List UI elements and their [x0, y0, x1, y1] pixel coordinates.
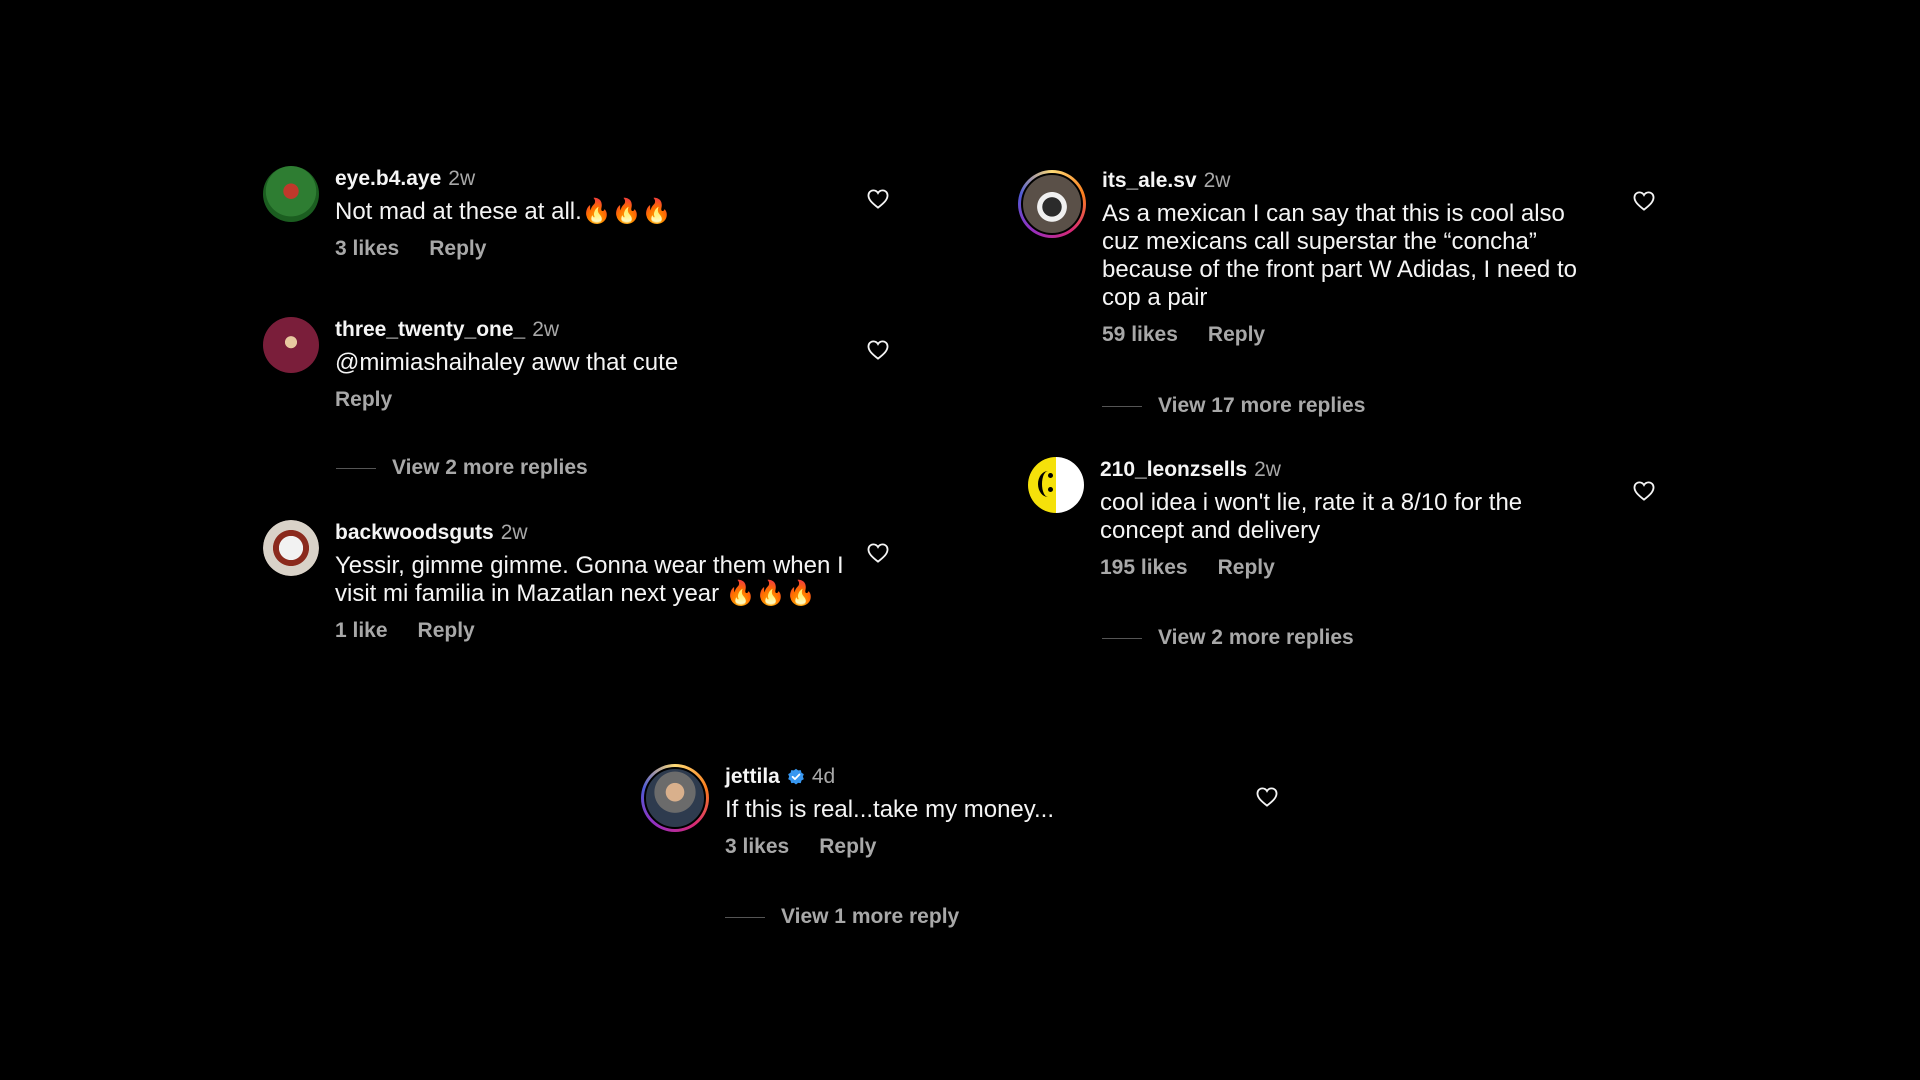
comment-meta: 3 likes Reply: [725, 834, 1054, 860]
view-more-replies-label[interactable]: View 2 more replies: [1158, 626, 1354, 650]
view-more-replies-label[interactable]: View 2 more replies: [392, 456, 588, 480]
replies-divider: [1102, 637, 1142, 639]
timestamp: 2w: [448, 167, 476, 190]
view-more-replies[interactable]: View 2 more replies: [1102, 626, 1354, 650]
username[interactable]: its_ale.sv: [1102, 168, 1197, 194]
comment-meta: 195 likes Reply: [1100, 555, 1600, 581]
comment-header: three_twenty_one_ 2w: [335, 317, 678, 343]
reply-button[interactable]: Reply: [819, 834, 876, 860]
timestamp: 2w: [532, 318, 560, 341]
replies-divider: [1102, 405, 1142, 407]
timestamp: 2w: [500, 521, 528, 544]
reply-button[interactable]: Reply: [1208, 322, 1265, 348]
comment-header: 210_leonzsells 2w: [1100, 457, 1600, 483]
comment-meta: 59 likes Reply: [1102, 322, 1602, 348]
comment-text: Yessir, gimme gimme. Gonna wear them whe…: [335, 552, 844, 607]
comment-backwoodsguts: backwoodsguts 2w Yessir, gimme gimme. Go…: [263, 520, 863, 644]
comment-jettila: jettila 4d If this is real...take my mon…: [641, 764, 1281, 860]
timestamp: 2w: [1254, 458, 1281, 481]
username[interactable]: backwoodsguts: [335, 520, 494, 546]
comment-header: eye.b4.aye 2w: [335, 166, 671, 192]
comment-three-twenty-one: three_twenty_one_ 2w @mimiashaihaley aww…: [263, 317, 883, 413]
comment-text: As a mexican I can say that this is cool…: [1102, 200, 1577, 311]
comment-body: three_twenty_one_ 2w @mimiashaihaley aww…: [335, 317, 678, 413]
replies-divider: [336, 467, 376, 469]
comment-body: backwoodsguts 2w Yessir, gimme gimme. Go…: [335, 520, 855, 644]
heart-icon[interactable]: [1256, 787, 1278, 807]
avatar[interactable]: [263, 520, 319, 576]
comment-text: Not mad at these at all.🔥🔥🔥: [335, 198, 672, 225]
comment-meta: 1 like Reply: [335, 618, 855, 644]
comment-body: eye.b4.aye 2w Not mad at these at all.🔥🔥…: [335, 166, 671, 262]
comment-text: cool idea i won't lie, rate it a 8/10 fo…: [1100, 489, 1523, 544]
avatar[interactable]: [263, 166, 319, 222]
comment-body: jettila 4d If this is real...take my mon…: [725, 764, 1054, 860]
comment-its-ale-sv: its_ale.sv 2w As a mexican I can say tha…: [1018, 168, 1618, 348]
timestamp: 2w: [1203, 169, 1231, 192]
likes-count[interactable]: 3 likes: [725, 834, 789, 860]
comment-body: 210_leonzsells 2w cool idea i won't lie,…: [1100, 457, 1600, 581]
comment-body: its_ale.sv 2w As a mexican I can say tha…: [1102, 168, 1602, 348]
view-more-replies[interactable]: View 17 more replies: [1102, 394, 1365, 418]
likes-count[interactable]: 59 likes: [1102, 322, 1178, 348]
avatar[interactable]: [641, 764, 709, 832]
view-more-replies[interactable]: View 2 more replies: [336, 456, 588, 480]
avatar[interactable]: [1028, 457, 1084, 513]
smiley-face-mouth: [1038, 471, 1058, 497]
comment-text: @mimiashaihaley aww that cute: [335, 349, 679, 376]
verified-badge-icon: [788, 768, 804, 785]
view-more-replies-label[interactable]: View 17 more replies: [1158, 394, 1365, 418]
timestamp: 4d: [811, 765, 836, 788]
comment-header: jettila 4d: [725, 764, 1054, 790]
reply-button[interactable]: Reply: [418, 618, 475, 644]
username[interactable]: three_twenty_one_: [335, 317, 525, 343]
reply-button[interactable]: Reply: [335, 387, 392, 413]
avatar[interactable]: [263, 317, 319, 373]
username[interactable]: eye.b4.aye: [335, 166, 441, 192]
view-more-replies[interactable]: View 1 more reply: [725, 905, 959, 929]
avatar[interactable]: [1018, 170, 1086, 238]
heart-icon[interactable]: [867, 340, 889, 360]
comment-header: its_ale.sv 2w: [1102, 168, 1602, 194]
username[interactable]: 210_leonzsells: [1100, 457, 1247, 483]
likes-count[interactable]: 3 likes: [335, 236, 399, 262]
comment-meta: 3 likes Reply: [335, 236, 671, 262]
heart-icon[interactable]: [1633, 191, 1655, 211]
reply-button[interactable]: Reply: [429, 236, 486, 262]
replies-divider: [725, 916, 765, 918]
view-more-replies-label[interactable]: View 1 more reply: [781, 905, 959, 929]
comment-text: If this is real...take my money...: [725, 796, 1054, 823]
reply-button[interactable]: Reply: [1218, 555, 1275, 581]
comment-210-leonzsells: 210_leonzsells 2w cool idea i won't lie,…: [1028, 457, 1628, 581]
comment-meta: Reply: [335, 387, 678, 413]
comment-eye-b4-aye: eye.b4.aye 2w Not mad at these at all.🔥🔥…: [263, 166, 883, 262]
likes-count[interactable]: 1 like: [335, 618, 388, 644]
comment-header: backwoodsguts 2w: [335, 520, 855, 546]
heart-icon[interactable]: [867, 189, 889, 209]
heart-icon[interactable]: [1633, 481, 1655, 501]
likes-count[interactable]: 195 likes: [1100, 555, 1188, 581]
heart-icon[interactable]: [867, 543, 889, 563]
username[interactable]: jettila: [725, 764, 780, 790]
